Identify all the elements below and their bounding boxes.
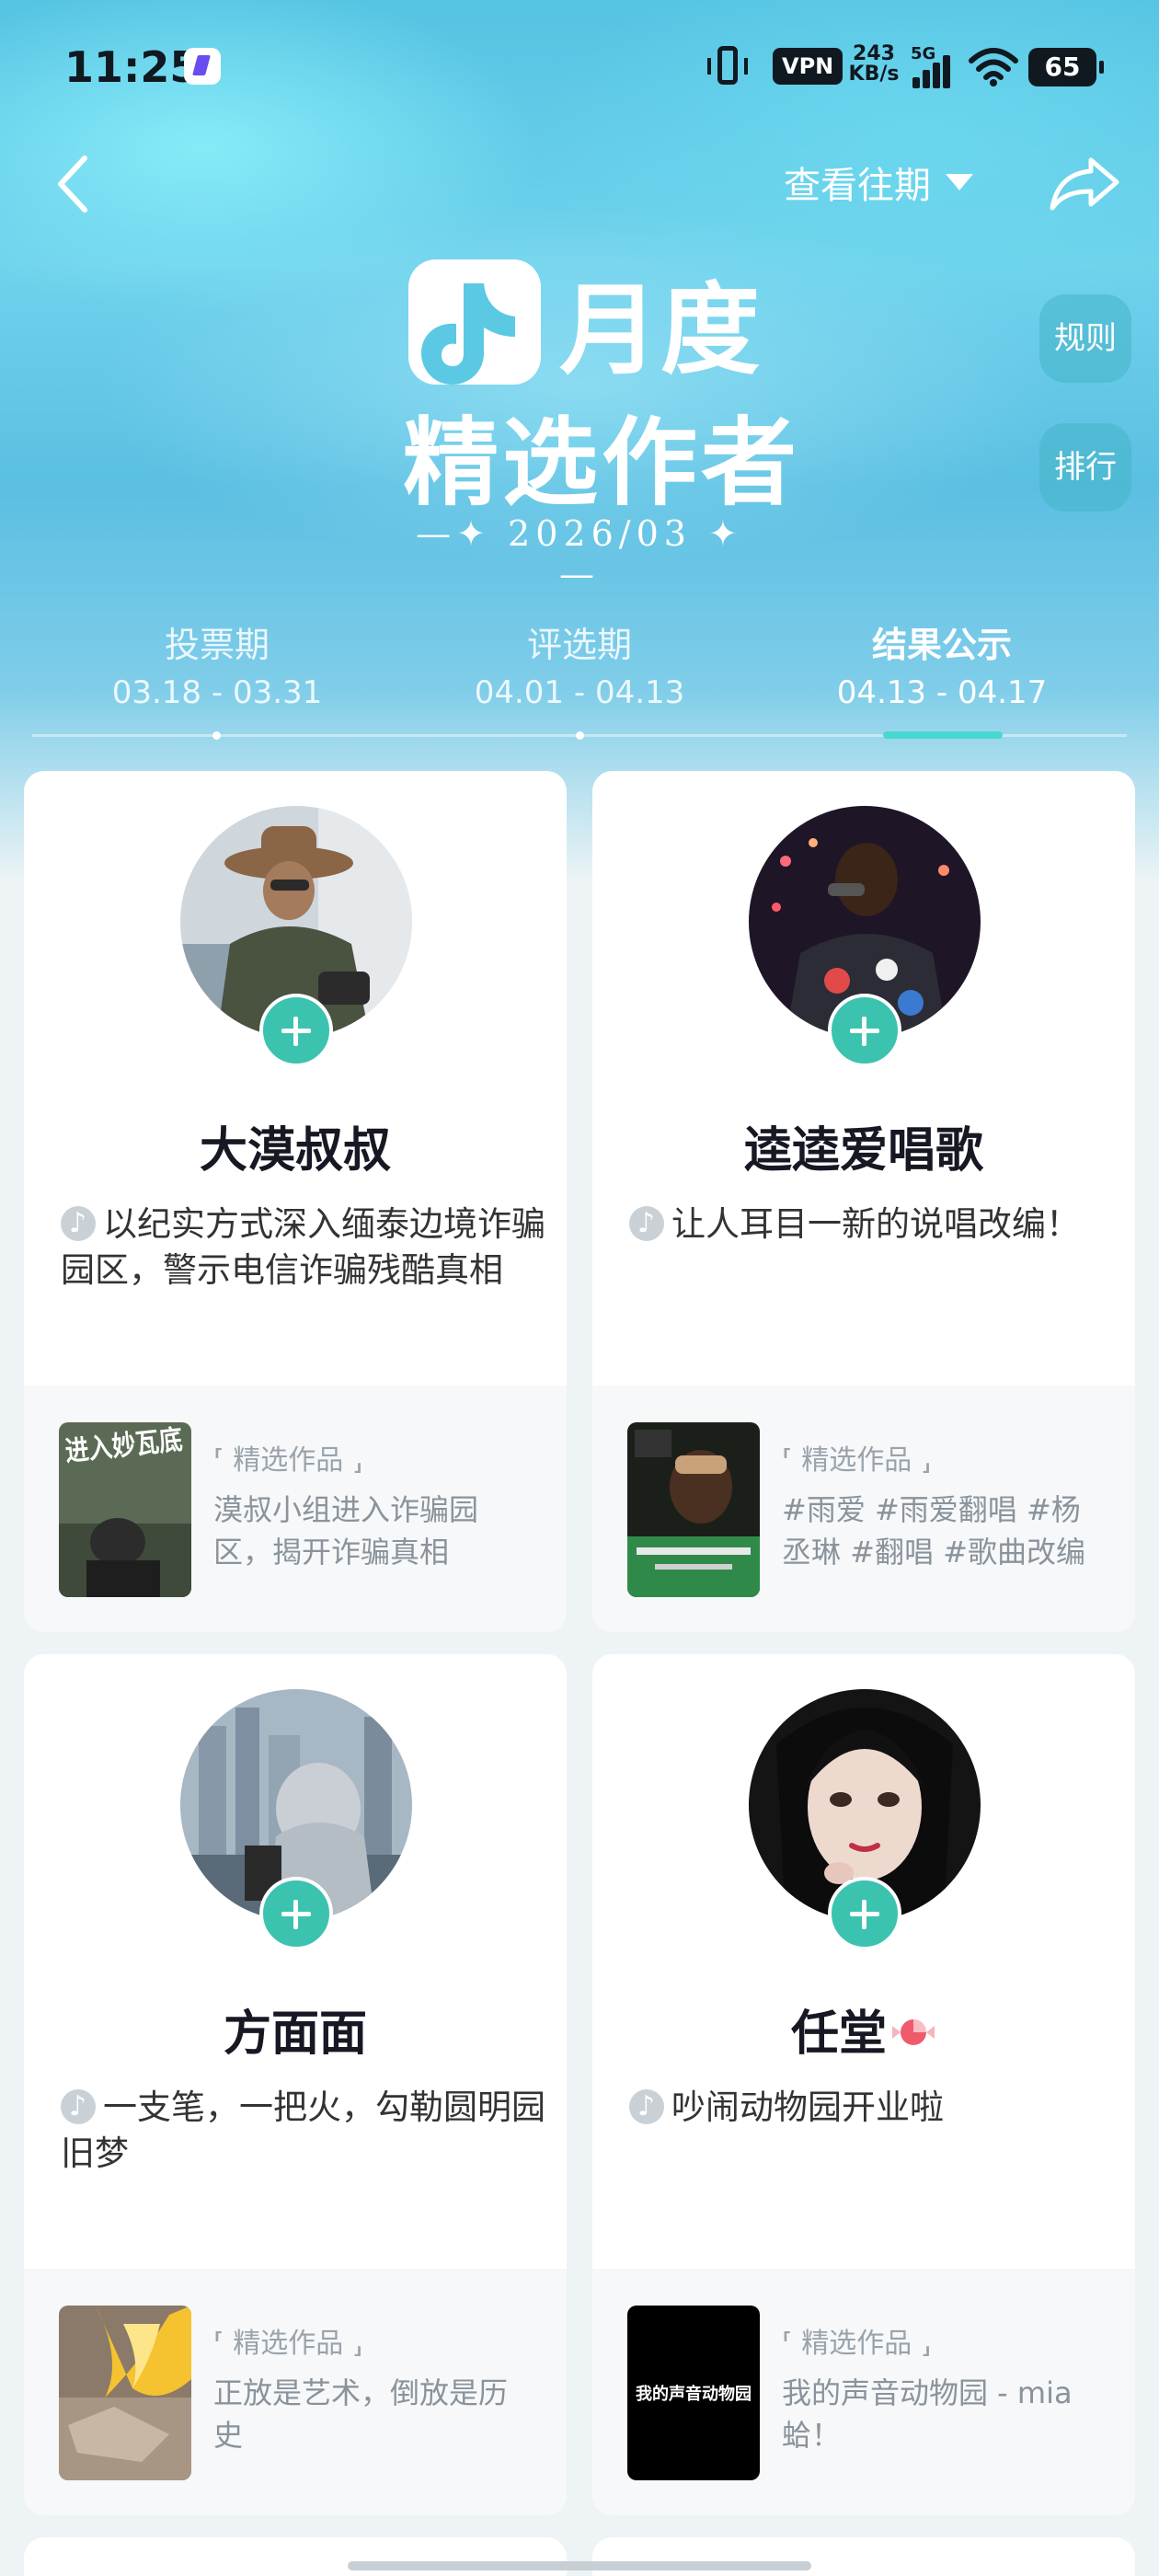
page-title-line2: 精选作者	[403, 407, 801, 519]
work-thumbnail[interactable]	[627, 1422, 760, 1597]
status-time: 11:25	[64, 42, 200, 92]
chevron-down-icon	[946, 174, 973, 190]
work-description: 我的声音动物园 - mia蛤！	[782, 2375, 1073, 2453]
status-bar: 11:25 VPN 243 KB/s 5G 65	[0, 0, 1159, 138]
phase-voting[interactable]: 投票期 03.18 - 03.31	[79, 616, 355, 711]
cellular-signal-icon: 5G	[911, 44, 957, 88]
phase-dates: 04.01 - 04.13	[474, 674, 685, 711]
network-speed-value: 243	[853, 42, 895, 65]
candy-icon	[892, 2019, 935, 2045]
timeline-active-indicator	[883, 731, 1003, 739]
battery-indicator: 65	[1028, 48, 1104, 86]
work-thumbnail[interactable]: 我的声音动物园	[627, 2306, 760, 2480]
work-description: #雨爱 #雨爱翻唱 #杨丞琳 #翻唱 #歌曲改编	[782, 1492, 1085, 1570]
work-thumbnail[interactable]	[59, 2306, 191, 2480]
vpn-badge: VPN	[773, 48, 843, 85]
author-card[interactable]: 方面面 一支笔，一把火，勾勒圆明园旧梦 ⸢ 精选作品 ⸥ 正放是艺术，倒放是历史	[24, 1654, 567, 2515]
page-title-line1: 月度	[559, 273, 763, 388]
home-indicator[interactable]	[348, 2561, 811, 2570]
author-description: 吵闹动物园开业啦	[629, 2085, 1117, 2131]
author-name: 大漠叔叔	[199, 1123, 391, 1179]
author-card[interactable]: 大漠叔叔 以纪实方式深入缅泰边境诈骗园区，警示电信诈骗残酷真相 进入妙瓦底 ⸢ …	[24, 771, 567, 1632]
phase-timeline: 投票期 03.18 - 03.31 评选期 04.01 - 04.13 结果公示…	[0, 607, 1159, 745]
view-history-label: 查看往期	[784, 165, 931, 207]
follow-button[interactable]	[259, 994, 333, 1067]
author-name: 逵逵爱唱歌	[743, 1123, 983, 1179]
timeline-dot	[576, 731, 584, 740]
network-speed: 243 KB/s	[842, 44, 906, 85]
timeline-dot	[212, 731, 221, 740]
network-speed-unit: KB/s	[848, 63, 900, 86]
featured-works[interactable]: ⸢ 精选作品 ⸥ #雨爱 #雨爱翻唱 #杨丞琳 #翻唱 #歌曲改编	[592, 1386, 1135, 1632]
author-card[interactable]: 任堂 吵闹动物园开业啦 我的声音动物园 ⸢ 精选作品 ⸥ 我的声音动物园 - m…	[592, 1654, 1135, 2515]
back-button[interactable]	[46, 147, 101, 221]
featured-works-title: ⸢ 精选作品 ⸥	[213, 1444, 363, 1477]
follow-button[interactable]	[259, 1877, 333, 1950]
author-description: 让人耳目一新的说唱改编！	[629, 1202, 1117, 1248]
phase-results[interactable]: 结果公示 04.13 - 04.17	[804, 616, 1080, 711]
douyin-icon	[61, 2089, 96, 2124]
featured-works[interactable]: 我的声音动物园 ⸢ 精选作品 ⸥ 我的声音动物园 - mia蛤！	[592, 2269, 1135, 2515]
douyin-icon	[629, 2089, 664, 2124]
phase-name: 结果公示	[871, 625, 1012, 665]
featured-works-title: ⸢ 精选作品 ⸥	[782, 1444, 932, 1477]
phase-dates: 04.13 - 04.17	[836, 674, 1048, 711]
douyin-logo-icon	[408, 259, 541, 385]
featured-works[interactable]: 进入妙瓦底 ⸢ 精选作品 ⸥ 漠叔小组进入诈骗园区，揭开诈骗真相	[24, 1386, 567, 1632]
work-description: 正放是艺术，倒放是历史	[213, 2375, 509, 2453]
period-label: —✦ 2026/03 ✦—	[416, 513, 743, 594]
phase-name: 评选期	[526, 625, 632, 665]
view-history-button[interactable]: 查看往期	[784, 155, 973, 210]
vibrate-icon	[707, 46, 748, 85]
featured-works[interactable]: ⸢ 精选作品 ⸥ 正放是艺术，倒放是历史	[24, 2269, 567, 2515]
douyin-icon	[629, 1206, 664, 1241]
author-card[interactable]: 逵逵爱唱歌 让人耳目一新的说唱改编！ ⸢ 精选作品 ⸥ #雨爱 #雨爱翻唱 #杨…	[592, 771, 1135, 1632]
signal-type-label: 5G	[911, 44, 936, 63]
wifi-icon	[969, 48, 1018, 86]
phase-dates: 03.18 - 03.31	[111, 674, 323, 711]
author-name: 方面面	[223, 2007, 367, 2062]
follow-button[interactable]	[828, 1877, 901, 1950]
work-thumbnail[interactable]: 进入妙瓦底	[59, 1422, 191, 1597]
featured-works-title: ⸢ 精选作品 ⸥	[782, 2328, 932, 2360]
featured-works-title: ⸢ 精选作品 ⸥	[213, 2328, 363, 2360]
author-name: 任堂	[592, 1995, 1135, 2064]
ranking-button[interactable]: 排行	[1039, 423, 1131, 512]
share-button[interactable]	[1047, 147, 1124, 221]
follow-button[interactable]	[828, 994, 901, 1067]
douyin-icon	[61, 1206, 96, 1241]
thumbnail-caption: 我的声音动物园	[636, 2385, 752, 2404]
author-description: 以纪实方式深入缅泰边境诈骗园区，警示电信诈骗残酷真相	[61, 1202, 548, 1294]
app-notification-icon	[184, 48, 221, 85]
phase-selection[interactable]: 评选期 04.01 - 04.13	[442, 616, 717, 711]
work-description: 漠叔小组进入诈骗园区，揭开诈骗真相	[213, 1492, 479, 1570]
rules-button[interactable]: 规则	[1039, 294, 1131, 383]
author-description: 一支笔，一把火，勾勒圆明园旧梦	[61, 2085, 548, 2177]
phase-name: 投票期	[164, 625, 270, 665]
